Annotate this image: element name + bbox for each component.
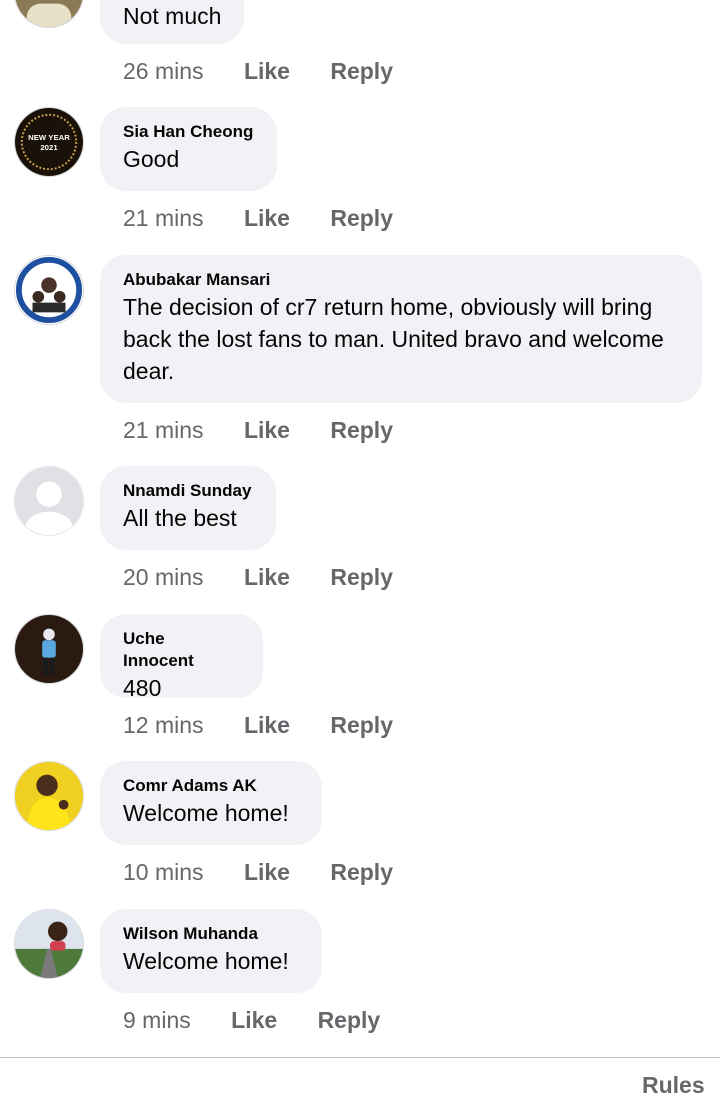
comment-author[interactable]: Abubakar Mansari: [123, 269, 679, 291]
comment-actions: 20 mins Like Reply: [123, 562, 393, 592]
avatar[interactable]: [14, 761, 84, 831]
comment-bubble: Wilson Muhanda Welcome home!: [100, 909, 322, 993]
reply-button[interactable]: Reply: [330, 203, 393, 233]
reply-button[interactable]: Reply: [330, 56, 393, 86]
reply-button[interactable]: Reply: [330, 415, 393, 445]
comment-actions: 21 mins Like Reply: [123, 203, 393, 233]
comment-bubble: Uche Innocent 480: [100, 614, 263, 701]
comment-actions: 10 mins Like Reply: [123, 857, 393, 887]
reply-button[interactable]: Reply: [330, 857, 393, 887]
reply-button[interactable]: Reply: [330, 562, 393, 592]
footer-divider: [0, 1057, 720, 1058]
comment-time: 20 mins: [123, 564, 204, 590]
comment-text: All the best: [123, 505, 237, 531]
comment-actions: 12 mins Like Reply: [123, 710, 393, 740]
reply-button[interactable]: Reply: [330, 710, 393, 740]
user-photo-icon: [15, 910, 83, 978]
svg-text:2021: 2021: [40, 143, 58, 152]
avatar[interactable]: [14, 614, 84, 684]
comment-text: Good: [123, 146, 180, 172]
like-button[interactable]: Like: [244, 562, 290, 592]
comment-time: 21 mins: [123, 205, 204, 231]
avatar[interactable]: [14, 0, 84, 28]
new-year-badge-icon: NEW YEAR 2021: [15, 108, 83, 176]
like-button[interactable]: Like: [244, 415, 290, 445]
rules-link[interactable]: Rules: [642, 1072, 705, 1099]
like-button[interactable]: Like: [244, 710, 290, 740]
like-button[interactable]: Like: [244, 203, 290, 233]
svg-text:NEW YEAR: NEW YEAR: [28, 133, 70, 142]
comment-author[interactable]: Nnamdi Sunday: [123, 480, 253, 502]
avatar[interactable]: [14, 466, 84, 536]
comment-author[interactable]: Comr Adams AK: [123, 775, 299, 797]
comment-time: 9 mins: [123, 1007, 191, 1033]
comment-time: 21 mins: [123, 417, 204, 443]
comment-text: Not much: [123, 3, 222, 29]
user-photo-icon: [15, 615, 83, 683]
comment-text: Welcome home!: [123, 948, 289, 974]
like-button[interactable]: Like: [231, 1005, 277, 1035]
comment-time: 10 mins: [123, 859, 204, 885]
group-photo-icon: [15, 256, 83, 324]
comment-text: 480: [123, 675, 162, 701]
comment-bubble: Sia Han Cheong Good: [100, 107, 277, 191]
avatar[interactable]: [14, 255, 84, 325]
comment-time: 12 mins: [123, 712, 204, 738]
user-photo-icon: [15, 762, 83, 830]
comment-author[interactable]: Sia Han Cheong: [123, 121, 254, 143]
avatar[interactable]: NEW YEAR 2021: [14, 107, 84, 177]
avatar[interactable]: [14, 909, 84, 979]
comment-author[interactable]: Wilson Muhanda: [123, 923, 299, 945]
user-photo-icon: [15, 0, 83, 27]
like-button[interactable]: Like: [244, 56, 290, 86]
comment-time: 26 mins: [123, 58, 204, 84]
comment-actions: 9 mins Like Reply: [123, 1005, 380, 1035]
comment-bubble: Nnamdi Sunday All the best: [100, 466, 276, 550]
comment-bubble: Comr Adams AK Welcome home!: [100, 761, 322, 845]
comment-text: The decision of cr7 return home, obvious…: [123, 294, 664, 384]
comment-text: Welcome home!: [123, 800, 289, 826]
comment-bubble: Abubakar Mansari The decision of cr7 ret…: [100, 255, 702, 403]
comment-bubble: Not much: [100, 0, 245, 44]
comment-actions: 26 mins Like Reply: [123, 56, 393, 86]
reply-button[interactable]: Reply: [318, 1005, 381, 1035]
like-button[interactable]: Like: [244, 857, 290, 887]
comment-actions: 21 mins Like Reply: [123, 415, 393, 445]
comment-author[interactable]: Uche Innocent: [123, 628, 240, 672]
default-user-icon: [15, 467, 83, 535]
